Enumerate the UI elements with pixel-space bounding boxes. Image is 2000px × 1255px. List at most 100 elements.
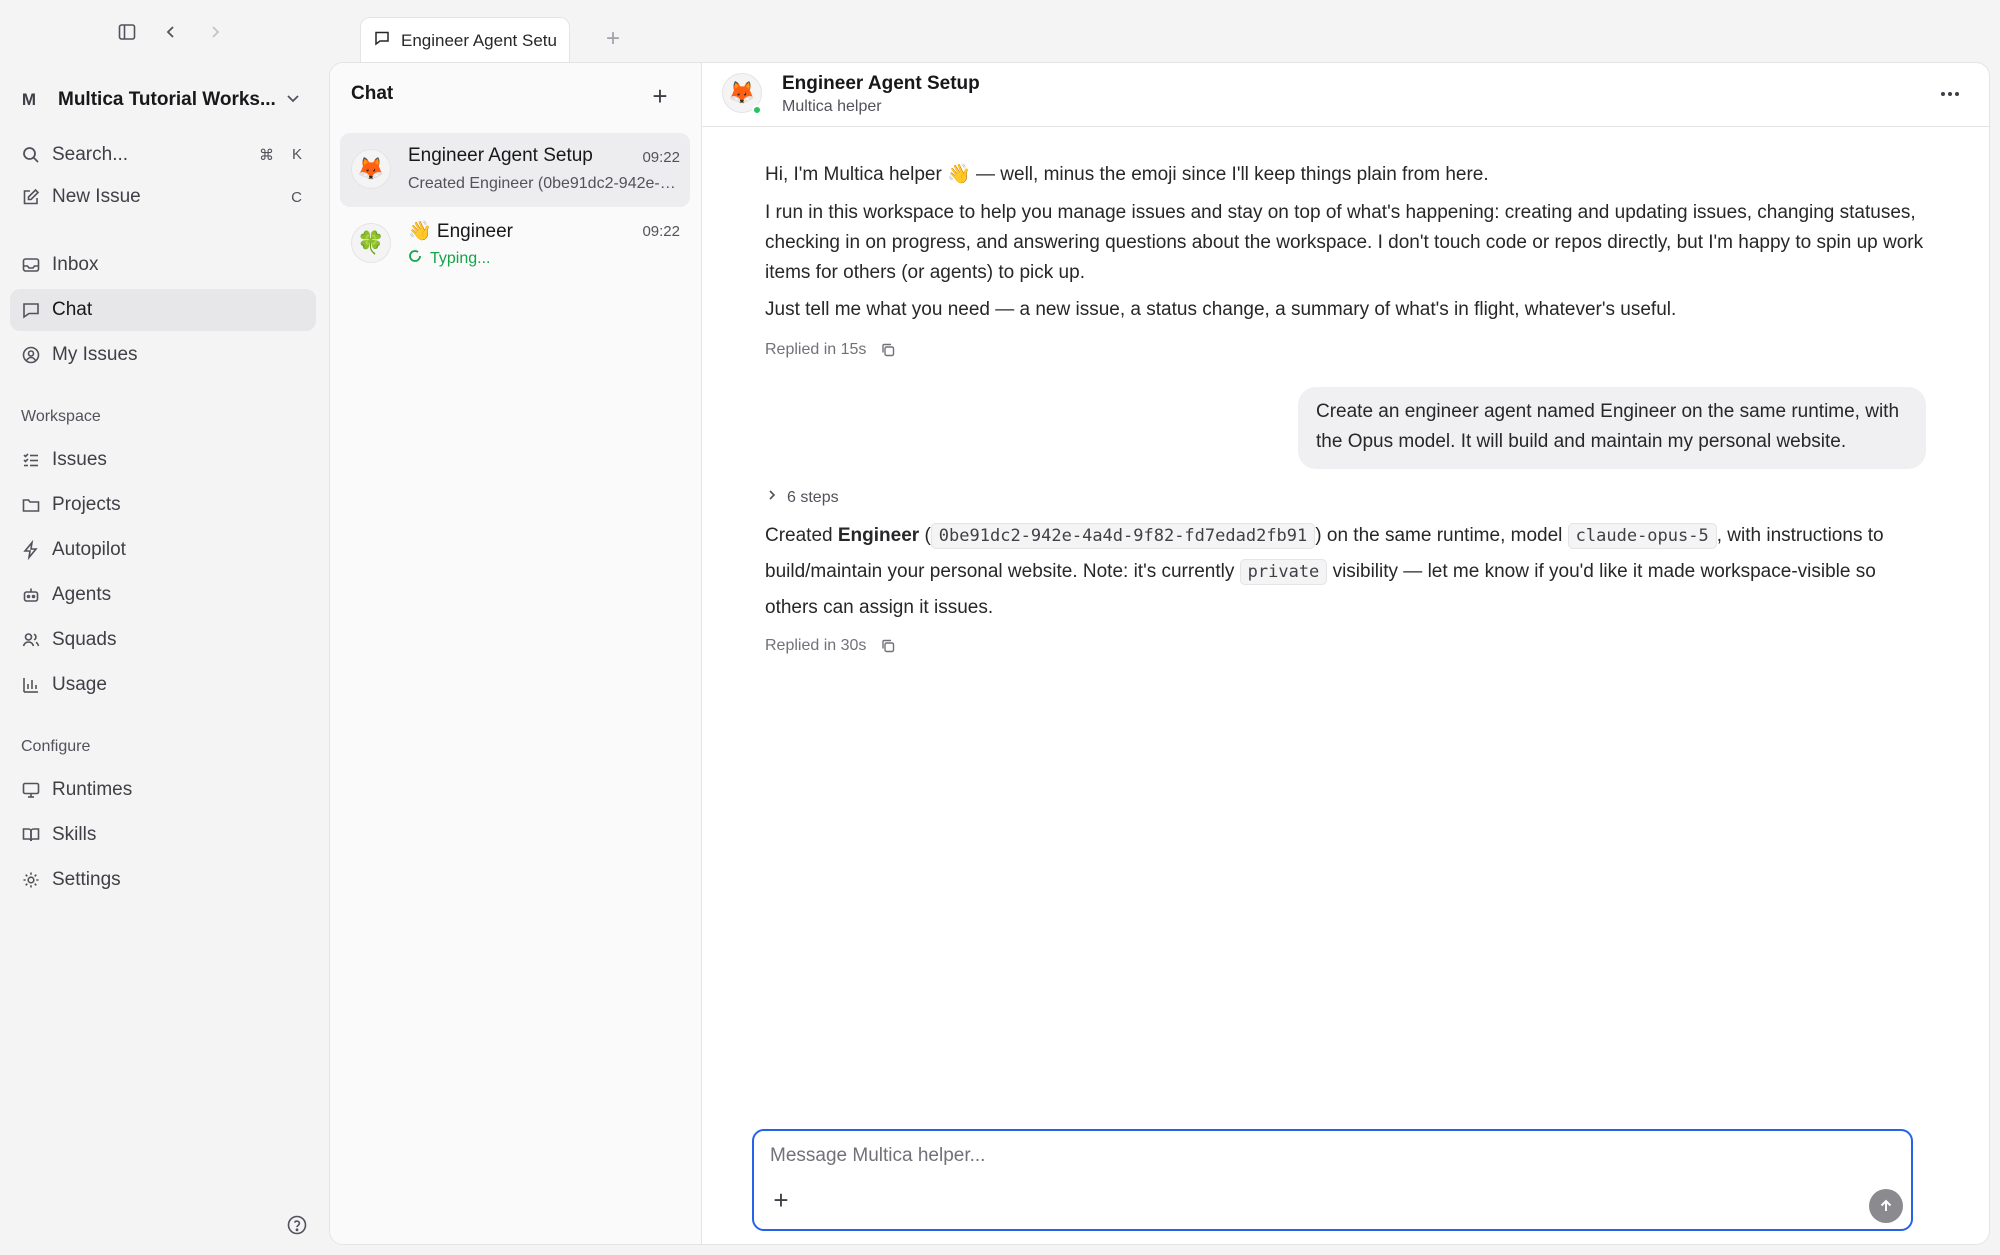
chat-bubble-icon — [373, 29, 391, 52]
model-code: claude-opus-5 — [1567, 523, 1717, 549]
assistant-reply: Created Engineer (0be91dc2-942e-4a4d-9f8… — [765, 518, 1885, 626]
sidebar-item-label: Agents — [52, 584, 112, 605]
send-button[interactable] — [1869, 1189, 1903, 1223]
workspace-switcher[interactable]: M Multica Tutorial Works... — [14, 82, 314, 118]
avatar: 🦊 — [351, 149, 391, 189]
sidebar-item-label: Usage — [52, 674, 107, 695]
new-issue-label: New Issue — [52, 186, 141, 207]
gear-icon — [20, 869, 42, 891]
kbd-key: C — [291, 188, 302, 206]
sidebar-item-label: My Issues — [52, 344, 138, 365]
new-tab-button[interactable]: + — [600, 25, 626, 52]
spinner-icon — [408, 249, 422, 268]
edit-icon — [20, 186, 42, 208]
kbd-cmd: ⌘ — [258, 147, 274, 164]
list-checks-icon — [20, 449, 42, 471]
sidebar-item-label: Issues — [52, 449, 107, 470]
back-icon[interactable] — [156, 17, 186, 47]
sidebar-item-label: Squads — [52, 629, 117, 650]
reply-meta: Replied in 30s — [765, 637, 896, 655]
steps-toggle[interactable]: 6 steps — [765, 488, 839, 507]
chat-list-title: Chat — [351, 83, 394, 104]
sidebar-item-autopilot[interactable]: Autopilot — [10, 529, 316, 571]
users-icon — [20, 629, 42, 651]
sidebar-item-inbox[interactable]: Inbox — [10, 244, 316, 286]
conversation-header: 🦊 Engineer Agent Setup Multica helper — [702, 63, 1989, 127]
new-issue-button[interactable]: New Issue C — [10, 176, 316, 218]
sidebar-item-runtimes[interactable]: Runtimes — [10, 769, 316, 811]
assistant-message-line: I run in this workspace to help you mana… — [765, 202, 1924, 283]
conversation-item[interactable]: 🍀 👋 Engineer 09:22 Typing... — [340, 207, 690, 281]
conversation-item[interactable]: 🦊 Engineer Agent Setup 09:22 Created Eng… — [340, 133, 690, 207]
visibility-code: private — [1239, 559, 1328, 585]
sidebar: M Multica Tutorial Works... Search... ⌘ … — [0, 64, 328, 1255]
reply-time: Replied in 30s — [765, 637, 867, 654]
sidebar-item-my-issues[interactable]: My Issues — [10, 334, 316, 376]
chat-list: Chat + 🦊 Engineer Agent Setup 09:22 Crea… — [330, 63, 702, 1244]
user-circle-icon — [20, 344, 42, 366]
main-panel: Chat + 🦊 Engineer Agent Setup 09:22 Crea… — [329, 62, 1990, 1245]
typing-indicator: Typing... — [408, 249, 678, 268]
reply-meta: Replied in 15s — [765, 341, 896, 359]
sidebar-item-usage[interactable]: Usage — [10, 664, 316, 706]
conversation-time: 09:22 — [642, 223, 680, 240]
help-icon[interactable] — [286, 1214, 308, 1236]
search-button[interactable]: Search... ⌘ K — [10, 134, 316, 176]
book-icon — [20, 824, 42, 846]
assistant-message-line: Hi, I'm Multica helper 👋 — well, minus t… — [765, 164, 1489, 185]
assistant-message-line: Just tell me what you need — a new issue… — [765, 299, 1677, 320]
conversation-title: 👋 Engineer — [408, 221, 513, 242]
window-controls — [112, 14, 230, 50]
sidebar-item-settings[interactable]: Settings — [10, 859, 316, 901]
reply-text: Created — [765, 525, 838, 546]
sidebar-item-label: Inbox — [52, 254, 99, 275]
conversation-title: Engineer Agent Setup — [782, 73, 980, 94]
sidebar-item-label: Runtimes — [52, 779, 133, 800]
sidebar-item-chat[interactable]: Chat — [10, 289, 316, 331]
conversation-title: Engineer Agent Setup — [408, 145, 593, 166]
new-issue-shortcut: C — [291, 189, 302, 206]
user-message: Create an engineer agent named Engineer … — [1298, 387, 1926, 469]
search-icon — [20, 144, 42, 166]
new-chat-button[interactable]: + — [647, 81, 673, 111]
sidebar-item-agents[interactable]: Agents — [10, 574, 316, 616]
message-input[interactable]: Message Multica helper... — [770, 1145, 985, 1167]
sidebar-item-label: Skills — [52, 824, 97, 845]
sidebar-item-label: Settings — [52, 869, 121, 890]
sidebar-item-issues[interactable]: Issues — [10, 439, 316, 481]
more-options-icon[interactable] — [1935, 79, 1965, 109]
avatar: 🍀 — [351, 223, 391, 263]
sidebar-toggle-icon[interactable] — [112, 17, 142, 47]
bar-chart-icon — [20, 674, 42, 696]
tab-label: Engineer Agent Setu — [401, 30, 556, 50]
workspace-avatar: M — [21, 90, 37, 109]
online-status-dot — [752, 105, 762, 115]
configure-section-heading: Configure — [21, 738, 91, 755]
folder-icon — [20, 494, 42, 516]
reply-time: Replied in 15s — [765, 341, 867, 358]
copy-icon[interactable] — [880, 638, 896, 654]
robot-icon — [20, 584, 42, 606]
conversation-preview: Created Engineer (0be91dc2-942e-4a4d-9f8… — [408, 175, 678, 192]
message-composer[interactable]: Message Multica helper... + — [752, 1129, 1913, 1231]
inbox-icon — [20, 254, 42, 276]
tab-engineer-agent-setup[interactable]: Engineer Agent Setu — [360, 17, 570, 63]
search-shortcut: ⌘ K — [259, 146, 302, 164]
steps-label: 6 steps — [787, 488, 839, 506]
conversation-time: 09:22 — [642, 149, 680, 166]
sidebar-item-label: Projects — [52, 494, 121, 515]
reply-text: ( — [919, 525, 931, 546]
lightning-icon — [20, 539, 42, 561]
copy-icon[interactable] — [880, 342, 896, 358]
attach-button[interactable]: + — [768, 1185, 794, 1215]
reply-text: ) on the same runtime, model — [1315, 525, 1568, 546]
sidebar-item-label: Chat — [52, 299, 93, 320]
agent-name: Multica helper — [782, 98, 882, 115]
kbd-key: K — [291, 146, 302, 163]
chevron-down-icon — [284, 89, 302, 112]
forward-icon[interactable] — [200, 17, 230, 47]
sidebar-item-skills[interactable]: Skills — [10, 814, 316, 856]
sidebar-item-squads[interactable]: Squads — [10, 619, 316, 661]
agent-name-bold: Engineer — [837, 525, 920, 546]
sidebar-item-projects[interactable]: Projects — [10, 484, 316, 526]
